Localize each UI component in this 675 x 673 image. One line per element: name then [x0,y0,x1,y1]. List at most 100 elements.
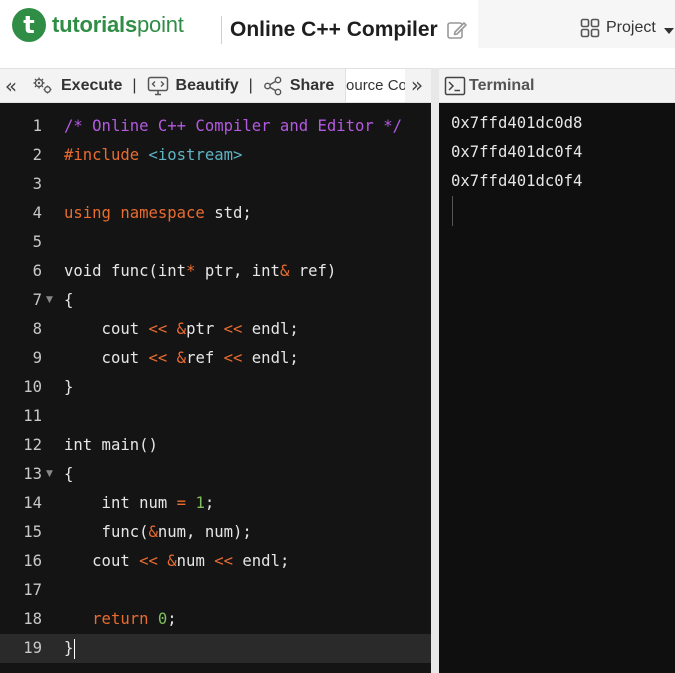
code-line[interactable]: 7 ▼ { [0,286,431,315]
line-number: 1 [32,117,42,135]
fold-toggle-icon[interactable]: ▼ [46,286,53,315]
code-token: int num [64,494,177,512]
code-line-text: using namespace std; [64,199,252,228]
code-line-text: { [64,286,73,315]
top-header: t tutorialspoint Online C++ Compiler Pro… [0,0,675,62]
terminal-cursor [452,196,453,226]
fold-toggle-icon[interactable]: ▼ [46,460,53,489]
code-monitor-icon [147,76,168,95]
code-line[interactable]: 15 func(&num, num); [0,518,431,547]
code-token: ptr [186,320,224,338]
code-token: << [223,349,243,367]
code-line[interactable]: 13 ▼ { [0,460,431,489]
code-token: cout [64,320,149,338]
tab-source-code[interactable]: Source Code [345,69,405,102]
code-token: & [148,523,158,541]
code-token: <iostream> [148,146,243,164]
project-menu-button[interactable]: Project [580,18,656,38]
code-line[interactable]: 19} [0,634,431,663]
code-token: & [176,320,187,338]
code-token: /* Online C++ Compiler and Editor */ [64,117,402,135]
code-line[interactable]: 4 using namespace std; [0,199,431,228]
code-line[interactable]: 1 /* Online C++ Compiler and Editor */ [0,112,431,141]
share-button[interactable]: Share [263,76,334,96]
code-token: num, num); [157,523,252,541]
line-number: 11 [23,407,42,425]
code-line[interactable]: 11 [0,402,431,431]
code-line-text: int num = 1; [64,489,215,518]
collapse-left-icon[interactable]: « [0,74,22,98]
tutorialspoint-logo[interactable]: t tutorialspoint [12,8,184,42]
terminal-output[interactable]: 0x7ffd401dc0d8 0x7ffd401dc0f4 0x7ffd401d… [439,103,675,673]
line-number: 18 [23,610,42,628]
code-token: func( [64,523,149,541]
pane-resize-handle[interactable] [431,68,439,673]
header-divider [221,16,222,44]
code-line[interactable]: 2 #include <iostream> [0,141,431,170]
line-number: 2 [32,146,42,164]
code-line[interactable]: 5 [0,228,431,257]
code-line[interactable]: 10} [0,373,431,402]
code-editor[interactable]: 1 /* Online C++ Compiler and Editor */ 2 #i… [0,103,431,673]
code-line[interactable]: 6 void func(int* ptr, int& ref) [0,257,431,286]
toolbar-separator: | [132,76,137,94]
logo-badge-icon: t [12,8,46,42]
line-number: 13 [23,465,42,483]
code-line-text: } [64,373,73,402]
expand-right-icon[interactable]: » [405,73,429,97]
code-token: endl; [242,349,299,367]
grid-squares-icon [580,18,600,38]
code-token: endl; [233,552,290,570]
code-token: { [64,465,74,483]
text-cursor [74,638,76,659]
code-token: cout [64,349,149,367]
line-number: 12 [23,436,42,454]
code-token: return [92,610,149,628]
pencil-square-icon[interactable] [446,19,468,41]
code-line[interactable]: 9 cout << &ref << endl; [0,344,431,373]
code-token: num [176,552,215,570]
code-line[interactable]: 14 int num = 1; [0,489,431,518]
line-number: 10 [23,378,42,396]
code-line-text: cout << &num << endl; [64,547,289,576]
chevron-down-icon[interactable] [664,28,674,34]
line-number: 15 [23,523,42,541]
line-number: 3 [32,175,42,193]
code-line-text: cout << &ptr << endl; [64,315,299,344]
beautify-button[interactable]: Beautify [147,76,239,96]
execute-button[interactable]: Execute [32,76,122,96]
code-line-text: return 0; [64,605,177,634]
code-token: int main() [64,436,158,454]
page-title: Online C++ Compiler [230,18,438,41]
line-number: 16 [23,552,42,570]
code-token: { [64,291,74,309]
code-token: endl; [242,320,299,338]
line-number: 6 [32,262,42,280]
project-label: Project [606,19,656,36]
line-number: 14 [23,494,42,512]
code-token: void func(int [64,262,187,280]
code-line[interactable]: 3 [0,170,431,199]
code-line-text: void func(int* ptr, int& ref) [64,257,336,286]
code-token: } [64,378,74,396]
code-token: << [148,320,168,338]
terminal-output-line: 0x7ffd401dc0f4 [451,143,583,161]
code-line[interactable]: 8 cout << &ptr << endl; [0,315,431,344]
code-token: ptr, int [195,262,280,280]
terminal-header-label: Terminal [469,76,535,94]
code-line[interactable]: 16 cout << &num << endl; [0,547,431,576]
line-number: 19 [23,639,42,657]
code-line-text: #include <iostream> [64,141,242,170]
code-line[interactable]: 12 int main() [0,431,431,460]
share-label: Share [289,76,335,94]
code-line[interactable]: 17 [0,576,431,605]
code-token: ref [186,349,224,367]
terminal-output-line: 0x7ffd401dc0d8 [451,114,583,132]
code-line-text: int main() [64,431,158,460]
code-token: ; [167,610,177,628]
code-token: << [139,552,158,570]
code-line[interactable]: 18 return 0; [0,605,431,634]
beautify-label: Beautify [175,76,239,94]
